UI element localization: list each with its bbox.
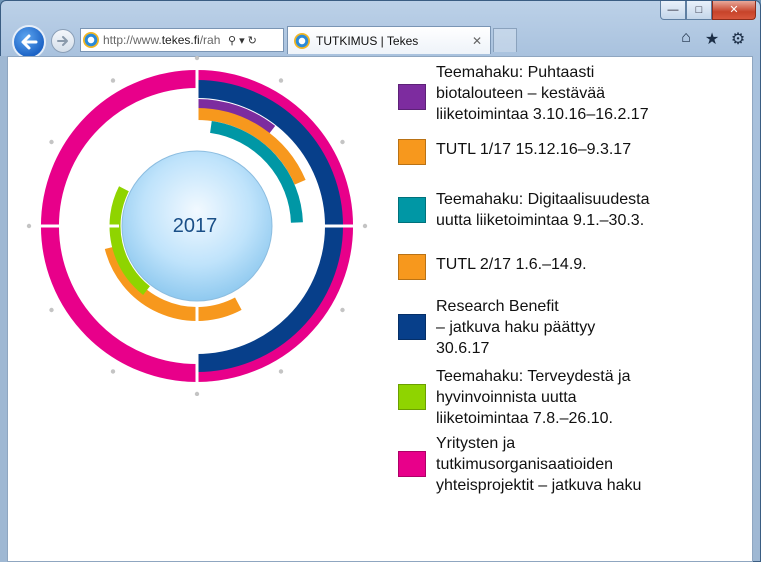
back-arrow-icon <box>21 34 38 50</box>
legend-swatch <box>398 451 426 477</box>
legend-item-research-benefit: Research Benefit – jatkuva haku päättyy … <box>398 296 595 359</box>
month-tick-dot <box>110 78 116 83</box>
month-tick-dot <box>49 139 54 145</box>
month-tick-dot <box>278 369 284 374</box>
legend-item-yhteisprojektit: Yritysten ja tutkimusorganisaatioiden yh… <box>398 433 641 496</box>
address-bar[interactable]: http://www.tekes.fi/rah ⚲ ▾ ↻ <box>80 28 284 52</box>
window-caption-buttons: — □ ✕ <box>660 1 756 21</box>
month-tick-dot <box>49 307 54 313</box>
month-tick-dot <box>362 223 368 229</box>
month-tick-dot <box>110 369 116 374</box>
month-tick-dot <box>340 139 345 145</box>
legend-label: Yritysten ja tutkimusorganisaatioiden yh… <box>436 435 642 494</box>
month-tick-dot <box>340 307 345 313</box>
site-icon <box>83 32 99 48</box>
month-tick-dot <box>194 56 200 61</box>
legend-label: Research Benefit – jatkuva haku päättyy … <box>436 298 596 357</box>
legend-swatch <box>398 84 426 110</box>
legend-swatch <box>398 384 426 410</box>
settings-gear-icon[interactable]: ⚙ <box>728 29 748 49</box>
center-year-label: 2017 <box>173 215 218 237</box>
legend-item-terveys: Teemahaku: Terveydestä ja hyvinvoinnista… <box>398 366 630 429</box>
tab-site-icon <box>294 32 310 49</box>
forward-button[interactable] <box>51 29 75 53</box>
radial-chart: 2017 <box>26 56 368 396</box>
close-window-button[interactable]: ✕ <box>712 1 756 20</box>
toolbar-right: ⌂ ★ ⚙ <box>676 29 748 49</box>
legend-swatch <box>398 197 426 223</box>
address-url[interactable]: http://www.tekes.fi/rah <box>103 33 225 47</box>
month-tick-dot <box>194 391 200 396</box>
dropdown-icon[interactable]: ▾ <box>239 34 245 47</box>
left-frame <box>0 56 7 562</box>
maximize-button[interactable]: □ <box>686 1 712 20</box>
legend-swatch <box>398 314 426 340</box>
month-tick-dot <box>26 223 32 229</box>
legend-item-biotalous: Teemahaku: Puhtaasti biotalouteen – kest… <box>398 62 649 125</box>
refresh-icon[interactable]: ↻ <box>248 34 257 47</box>
legend-label: Teemahaku: Digitaalisuudesta uutta liike… <box>436 191 650 229</box>
home-icon[interactable]: ⌂ <box>676 29 696 49</box>
legend-item-tutl2: TUTL 2/17 1.6.–14.9. <box>398 254 587 280</box>
legend-label: Teemahaku: Terveydestä ja hyvinvoinnista… <box>436 368 631 427</box>
search-icon[interactable]: ⚲ <box>228 34 236 47</box>
close-tab-icon[interactable]: ✕ <box>472 34 490 48</box>
tab-tutkimus[interactable]: TUTKIMUS | Tekes ✕ <box>287 26 491 54</box>
legend-label: TUTL 1/17 15.12.16–9.3.17 <box>436 141 632 158</box>
month-tick-dot <box>278 78 284 83</box>
tab-title: TUTKIMUS | Tekes <box>316 33 419 48</box>
legend-label: Teemahaku: Puhtaasti biotalouteen – kest… <box>436 64 649 123</box>
favorites-star-icon[interactable]: ★ <box>702 29 722 49</box>
forward-arrow-icon <box>57 36 68 46</box>
legend-item-digitaalisuus: Teemahaku: Digitaalisuudesta uutta liike… <box>398 189 649 231</box>
legend-label: TUTL 2/17 1.6.–14.9. <box>436 256 587 273</box>
minimize-button[interactable]: — <box>660 1 686 20</box>
legend-item-tutl1: TUTL 1/17 15.12.16–9.3.17 <box>398 139 631 165</box>
new-tab-button[interactable] <box>493 28 517 52</box>
legend-swatch <box>398 254 426 280</box>
legend-swatch <box>398 139 426 165</box>
back-button[interactable] <box>12 25 46 59</box>
